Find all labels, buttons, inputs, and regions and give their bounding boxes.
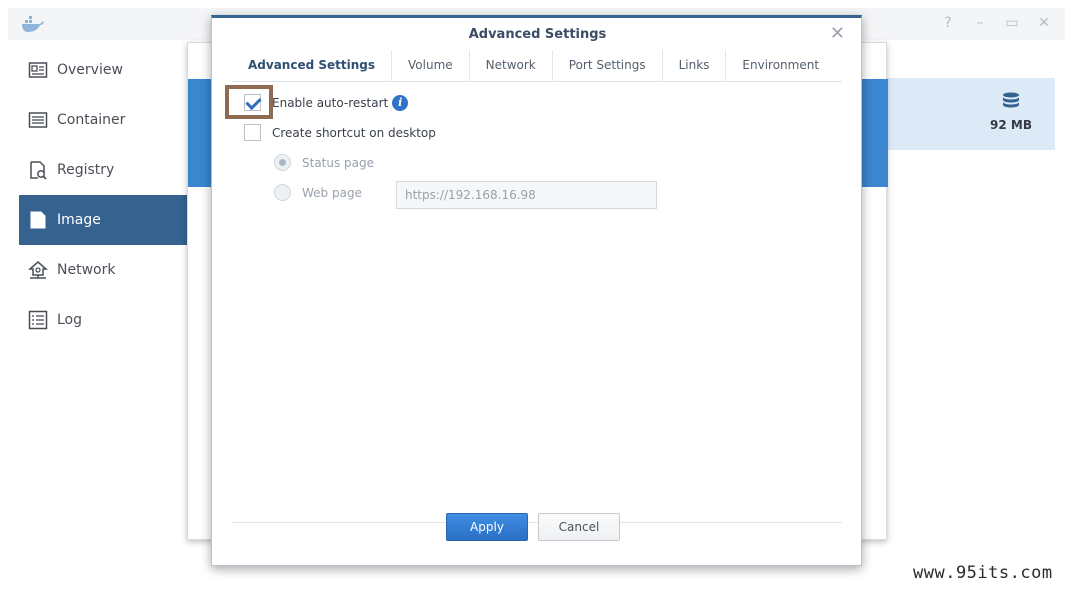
registry-icon	[28, 160, 48, 180]
image-size-value: 92 MB	[990, 118, 1032, 132]
close-icon[interactable]: ✕	[830, 25, 845, 43]
tab-volume[interactable]: Volume	[391, 50, 469, 82]
dialog-tabs: Advanced Settings Volume Network Port Se…	[232, 50, 842, 82]
sidebar-item-registry[interactable]: Registry	[19, 145, 189, 195]
minimize-icon[interactable]: –	[973, 16, 987, 30]
database-icon	[1001, 92, 1021, 110]
web-page-radio[interactable]	[274, 184, 291, 201]
dialog-title: Advanced Settings	[468, 27, 607, 42]
sidebar-item-overview[interactable]: Overview	[19, 45, 189, 95]
shortcut-checkbox[interactable]	[244, 124, 261, 141]
image-icon	[28, 210, 48, 230]
status-page-row: Status page	[274, 154, 374, 171]
highlight-box	[225, 85, 273, 119]
sidebar-item-label: Overview	[57, 62, 123, 78]
tab-port-settings[interactable]: Port Settings	[551, 50, 662, 82]
log-icon	[28, 310, 48, 330]
overview-icon	[28, 60, 48, 80]
status-page-radio[interactable]	[274, 154, 291, 171]
shortcut-label: Create shortcut on desktop	[272, 125, 436, 140]
tab-network[interactable]: Network	[468, 50, 552, 82]
sidebar-item-container[interactable]: Container	[19, 95, 189, 145]
info-icon[interactable]: i	[392, 94, 409, 111]
web-page-url-input[interactable]: https://192.168.16.98	[396, 181, 657, 209]
docker-logo-icon	[20, 15, 44, 33]
sidebar-item-label: Container	[57, 112, 126, 128]
cancel-button[interactable]: Cancel	[538, 513, 620, 541]
sidebar-item-image[interactable]: Image	[19, 195, 189, 245]
image-info-panel	[862, 78, 1055, 150]
web-page-row: Web page	[274, 184, 362, 201]
sidebar-item-label: Registry	[57, 162, 115, 178]
status-page-label: Status page	[302, 155, 375, 170]
maximize-icon[interactable]: ▭	[1005, 16, 1019, 30]
auto-restart-label: Enable auto-restart	[272, 95, 389, 110]
sidebar: Overview Container Registry Image Networ…	[19, 45, 189, 345]
sidebar-item-network[interactable]: Network	[19, 245, 189, 295]
container-icon	[28, 110, 48, 130]
web-page-label: Web page	[302, 185, 362, 200]
apply-button[interactable]: Apply	[446, 513, 528, 541]
sidebar-item-label: Image	[57, 212, 101, 228]
shortcut-row: Create shortcut on desktop	[244, 124, 436, 141]
tab-links[interactable]: Links	[661, 50, 726, 82]
network-icon	[28, 260, 48, 280]
sidebar-item-label: Log	[57, 312, 83, 328]
help-icon[interactable]: ?	[941, 16, 955, 30]
tab-advanced-settings[interactable]: Advanced Settings	[232, 50, 391, 82]
footer-divider	[232, 522, 842, 523]
tab-environment[interactable]: Environment	[725, 50, 835, 82]
watermark-text: www.95its.com	[913, 563, 1053, 583]
window-controls: ? – ▭ ✕	[941, 16, 1051, 30]
sidebar-item-log[interactable]: Log	[19, 295, 189, 345]
close-window-icon[interactable]: ✕	[1037, 16, 1051, 30]
sidebar-item-label: Network	[57, 262, 116, 278]
